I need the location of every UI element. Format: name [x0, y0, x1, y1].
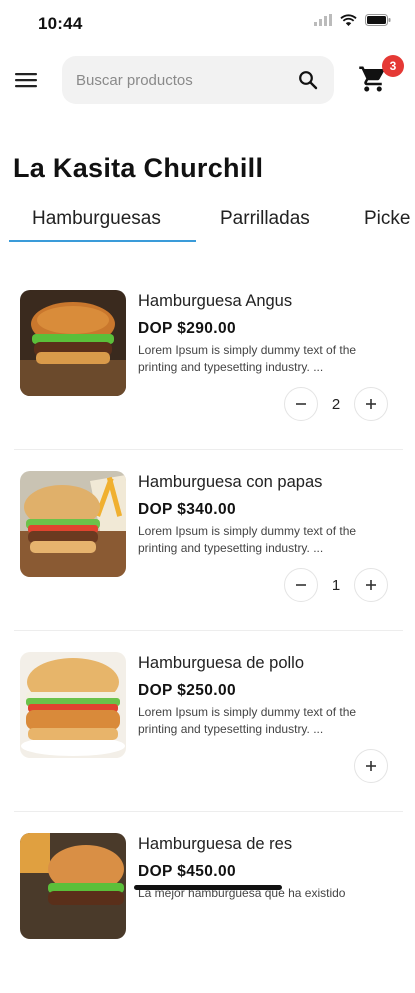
decrease-button[interactable] — [284, 387, 318, 421]
quantity-stepper — [354, 749, 388, 783]
quantity-value: 1 — [331, 576, 341, 594]
product-name: Hamburguesa de pollo — [138, 654, 305, 672]
product-description: Lorem Ipsum is simply dummy text of the … — [138, 343, 357, 374]
status-bar: 10:44 — [0, 0, 415, 48]
top-bar: 3 — [0, 55, 415, 104]
cart-count-badge: 3 — [382, 55, 404, 77]
divider — [14, 630, 403, 631]
product-card[interactable]: Hamburguesa Angus DOP $290.00 Lorem Ipsu… — [0, 270, 415, 450]
increase-button[interactable] — [354, 568, 388, 602]
product-description: Lorem Ipsum is simply dummy text of the … — [138, 705, 357, 736]
shopping-cart-icon — [358, 66, 388, 98]
product-name: Hamburguesa de res — [138, 835, 293, 853]
product-image — [20, 652, 126, 758]
signal-icon — [314, 14, 332, 26]
plus-icon — [366, 399, 376, 409]
product-image — [20, 471, 126, 577]
add-button[interactable] — [354, 749, 388, 783]
product-price: DOP $340.00 — [138, 501, 237, 518]
product-name: Hamburguesa con papas — [138, 473, 323, 491]
quantity-stepper: 2 — [284, 387, 388, 421]
decrease-button[interactable] — [284, 568, 318, 602]
status-icons — [314, 14, 391, 26]
increase-button[interactable] — [354, 387, 388, 421]
product-price: DOP $290.00 — [138, 320, 237, 337]
product-card[interactable]: Hamburguesa de res DOP $450.00 La mejor … — [0, 813, 415, 993]
product-card[interactable]: Hamburguesa de pollo DOP $250.00 Lorem I… — [0, 632, 415, 812]
active-tab-indicator — [9, 240, 196, 242]
quantity-stepper: 1 — [284, 568, 388, 602]
divider — [14, 449, 403, 450]
product-description: Lorem Ipsum is simply dummy text of the … — [138, 524, 357, 555]
battery-icon — [365, 14, 391, 26]
divider — [14, 811, 403, 812]
store-title: La Kasita Churchill — [13, 153, 264, 183]
tab-hamburguesas[interactable]: Hamburguesas — [32, 208, 161, 230]
minus-icon — [296, 584, 306, 586]
status-time: 10:44 — [38, 14, 83, 33]
menu-button[interactable] — [14, 68, 40, 92]
product-card[interactable]: Hamburguesa con papas DOP $340.00 Lorem … — [0, 451, 415, 631]
wifi-icon — [340, 14, 357, 26]
search-input[interactable] — [76, 56, 276, 104]
product-price: DOP $250.00 — [138, 682, 237, 699]
search-icon[interactable] — [298, 70, 318, 90]
category-tabs: Hamburguesas Parrilladas Picke — [0, 196, 415, 244]
plus-icon — [366, 761, 376, 771]
quantity-value: 2 — [331, 395, 341, 413]
hamburger-menu-icon — [14, 73, 38, 96]
product-price: DOP $450.00 — [138, 863, 237, 880]
product-image — [20, 290, 126, 396]
product-name: Hamburguesa Angus — [138, 292, 293, 310]
minus-icon — [296, 403, 306, 405]
tab-picke[interactable]: Picke — [364, 208, 410, 230]
search-box — [62, 56, 334, 104]
product-image — [20, 833, 126, 939]
tab-parrilladas[interactable]: Parrilladas — [220, 208, 310, 230]
plus-icon — [366, 580, 376, 590]
home-indicator — [134, 885, 282, 890]
